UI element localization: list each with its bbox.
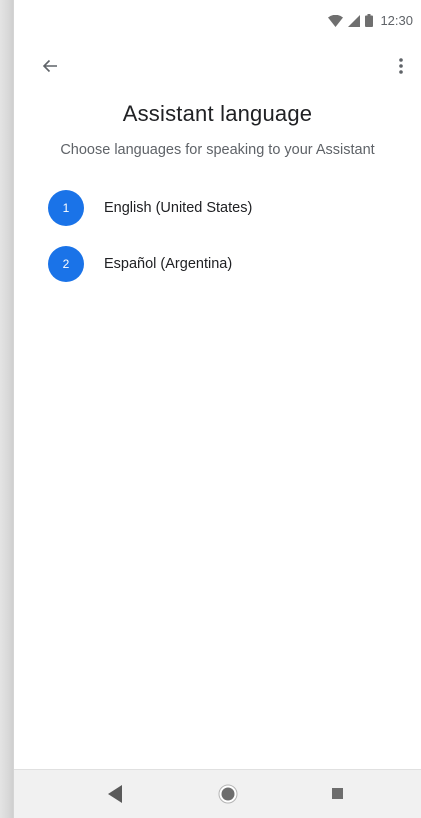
phone-screen: 12:30 Assistant language Choose language… xyxy=(13,0,421,818)
status-time: 12:30 xyxy=(380,13,413,28)
more-options-button[interactable] xyxy=(387,52,415,80)
language-number-badge: 1 xyxy=(48,190,84,226)
language-number-badge: 2 xyxy=(48,246,84,282)
language-list: 1 English (United States) 2 Español (Arg… xyxy=(48,190,408,302)
nav-home-icon[interactable] xyxy=(218,784,238,804)
page-title: Assistant language xyxy=(122,101,313,126)
status-icons: 12:30 xyxy=(328,13,413,28)
wifi-icon xyxy=(328,14,344,27)
nav-back-icon[interactable] xyxy=(108,785,122,803)
status-bar: 12:30 xyxy=(14,0,421,40)
language-label: Español (Argentina) xyxy=(104,256,233,272)
back-button[interactable] xyxy=(36,52,64,80)
navigation-bar xyxy=(14,769,421,818)
battery-icon xyxy=(365,14,374,27)
more-vert-icon xyxy=(399,58,403,74)
device-frame-edge xyxy=(0,0,13,818)
language-label: English (United States) xyxy=(104,200,253,216)
language-item-espanol[interactable]: 2 Español (Argentina) xyxy=(48,246,408,282)
page-subtitle: Choose languages for speaking to your As… xyxy=(60,142,375,158)
language-item-english[interactable]: 1 English (United States) xyxy=(48,190,408,226)
nav-recents-icon[interactable] xyxy=(332,788,343,799)
cell-signal-icon xyxy=(348,14,361,27)
arrow-back-icon xyxy=(42,59,57,73)
